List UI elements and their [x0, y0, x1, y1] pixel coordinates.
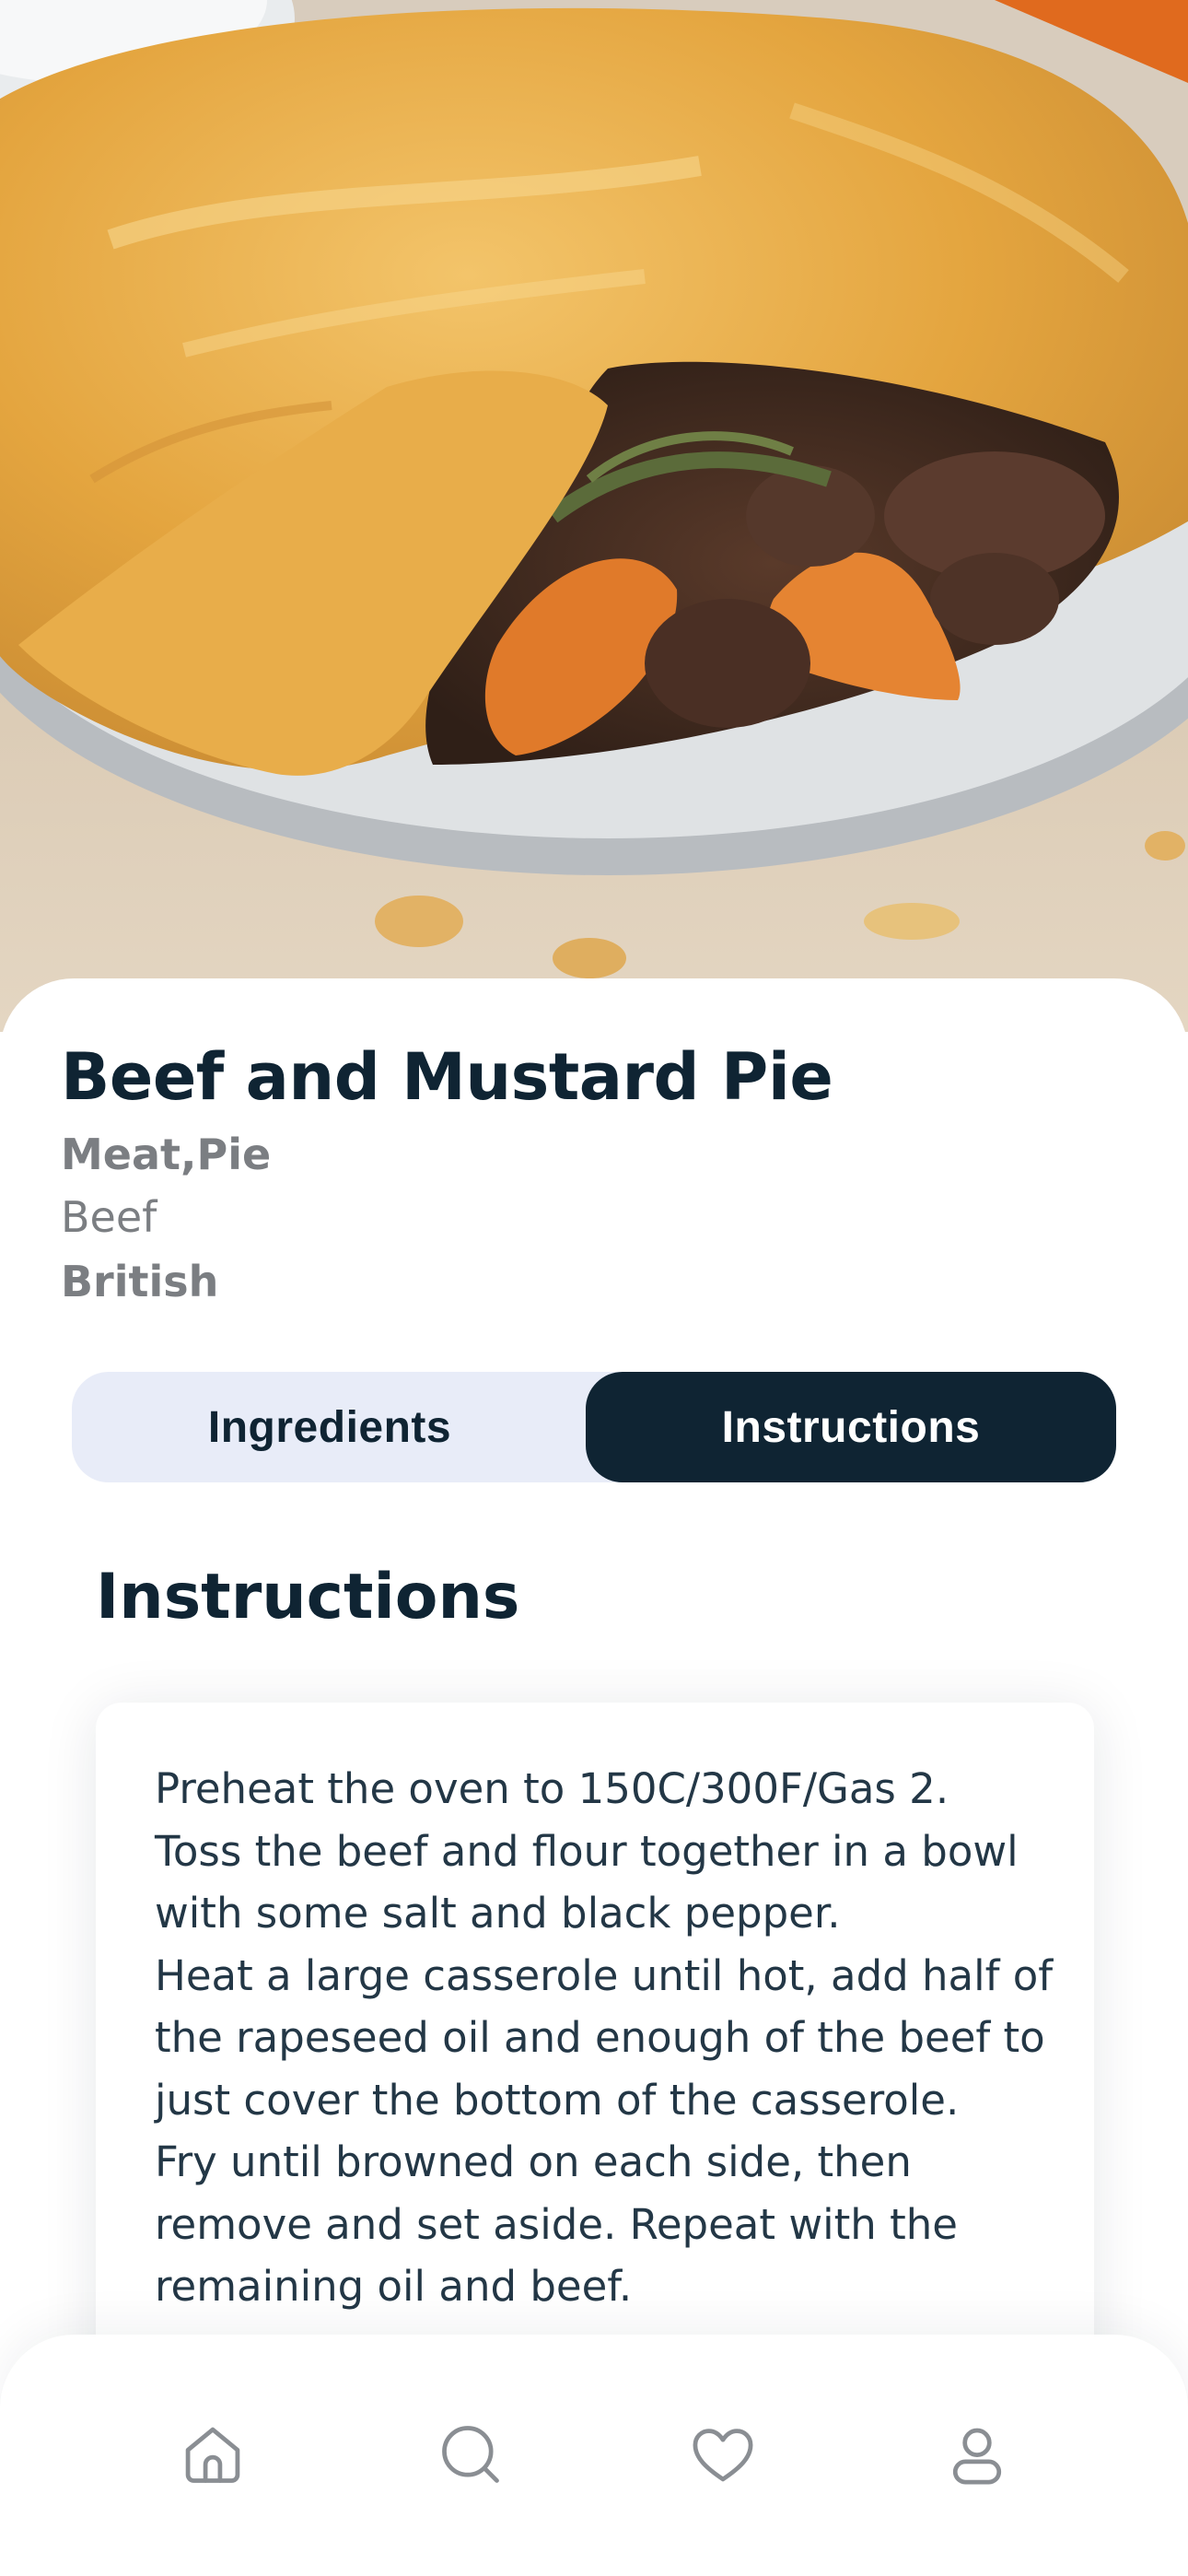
nav-favorites-button[interactable]: [677, 2408, 769, 2500]
recipe-detail-screen: Beef and Mustard Pie Meat,Pie Beef Briti…: [0, 0, 1188, 2576]
profile-icon: [952, 2428, 1002, 2485]
nav-home-button[interactable]: [167, 2408, 259, 2500]
instructions-text: Preheat the oven to 150C/300F/Gas 2. Tos…: [155, 1764, 1054, 2311]
recipe-title: Beef and Mustard Pie: [61, 1039, 833, 1115]
nav-search-button[interactable]: [425, 2408, 517, 2500]
tab-instructions[interactable]: Instructions: [586, 1372, 1116, 1482]
home-icon: [185, 2427, 240, 2483]
recipe-tags: Meat,Pie: [61, 1130, 272, 1179]
nav-profile-button[interactable]: [931, 2408, 1023, 2500]
heart-icon: [693, 2429, 753, 2482]
search-icon: [442, 2426, 499, 2483]
tab-switcher: Ingredients Instructions: [72, 1372, 1116, 1482]
recipe-main-ingredient: Beef: [61, 1192, 157, 1242]
recipe-hero-image: [0, 0, 1188, 1032]
tab-ingredients[interactable]: Ingredients: [72, 1372, 588, 1482]
recipe-area: British: [61, 1257, 219, 1306]
pie-illustration: [0, 0, 1188, 1032]
instructions-heading: Instructions: [96, 1561, 520, 1633]
bottom-navigation: [0, 2335, 1188, 2576]
